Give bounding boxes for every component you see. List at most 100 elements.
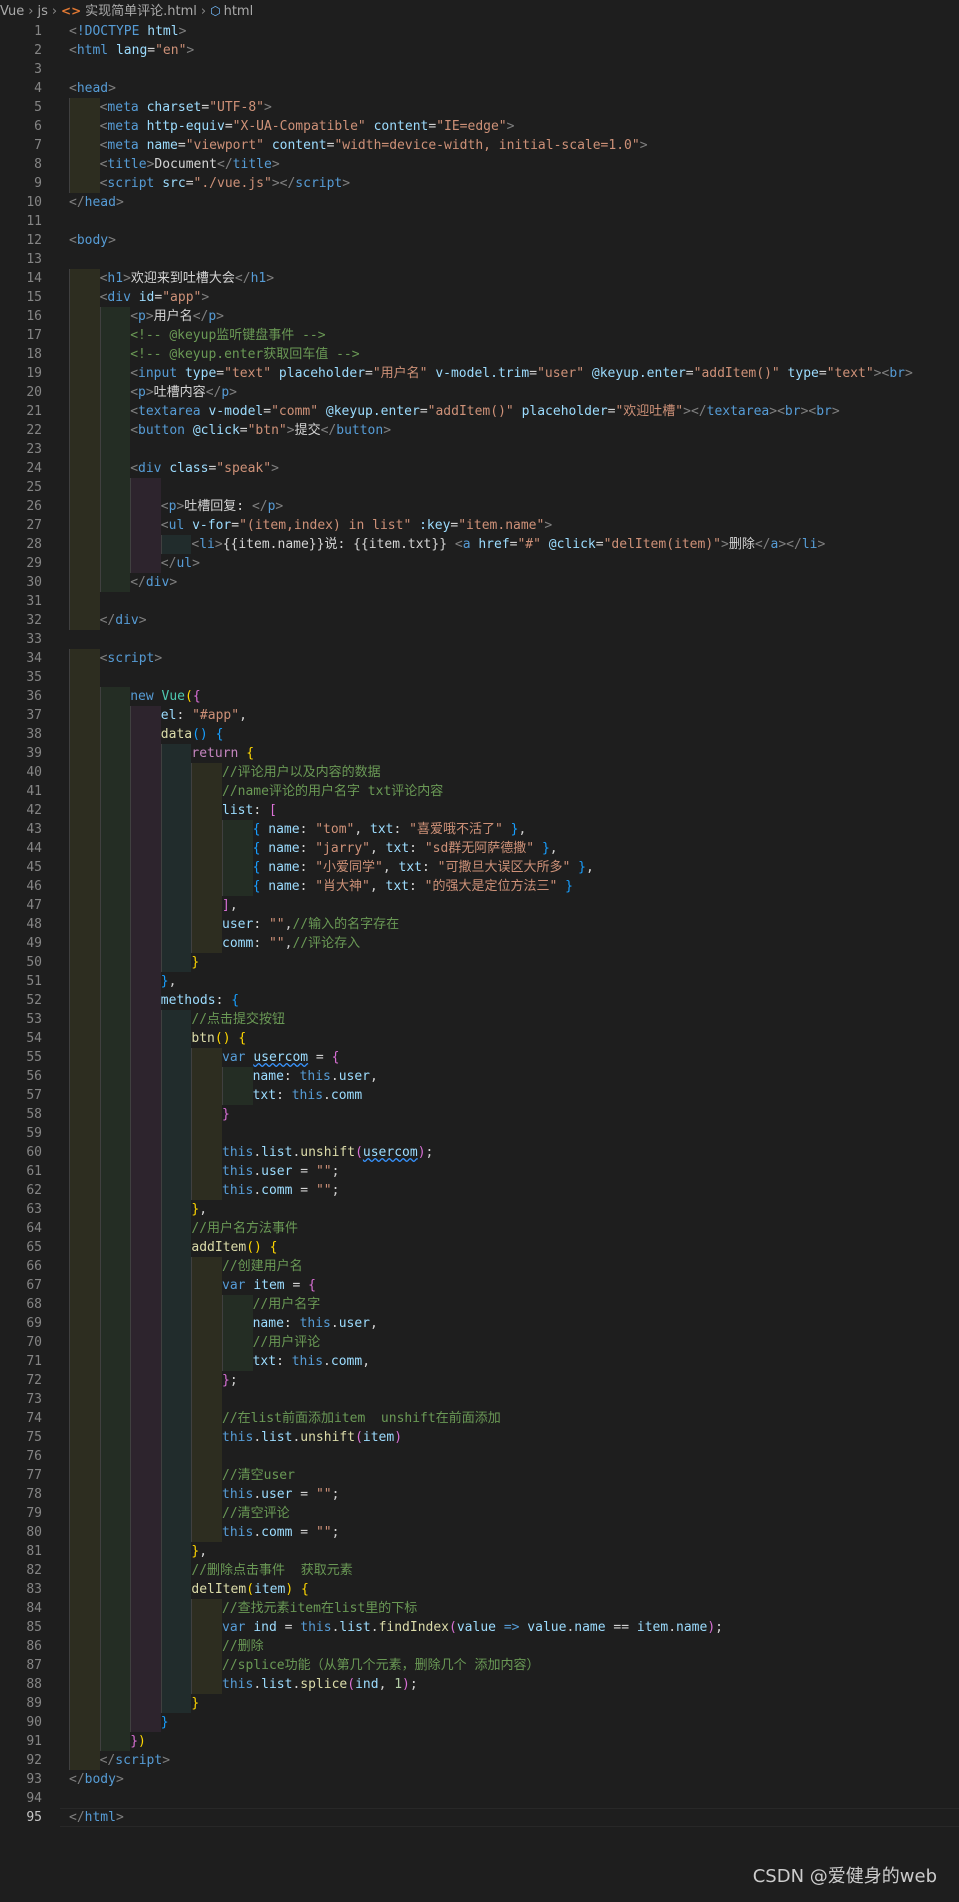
breadcrumb-item-js[interactable]: js (37, 1, 47, 23)
code-line[interactable]: 41 //name评论的用户名字 txt评论内容 (0, 782, 959, 801)
code-line[interactable]: 62 this.comm = ""; (0, 1181, 959, 1200)
code-line[interactable]: 69 name: this.user, (0, 1314, 959, 1333)
code-line[interactable]: 35 (0, 668, 959, 687)
code-line[interactable]: 63}, (0, 1200, 959, 1219)
code-line[interactable]: 79 //清空评论 (0, 1504, 959, 1523)
code-line[interactable]: 95 </html> (0, 1808, 959, 1827)
code-line[interactable]: 86 //删除 (0, 1637, 959, 1656)
code-line[interactable]: 23 (0, 440, 959, 459)
code-line[interactable]: 70 //用户评论 (0, 1333, 959, 1352)
code-line[interactable]: 90} (0, 1713, 959, 1732)
code-line[interactable]: 60 this.list.unshift(usercom); (0, 1143, 959, 1162)
breadcrumb-item-symbol[interactable]: html (224, 1, 254, 23)
code-line[interactable]: 15 <div id="app"> (0, 288, 959, 307)
code-line[interactable]: 17 <!-- @keyup监听键盘事件 --> (0, 326, 959, 345)
code-line[interactable]: 85 var ind = this.list.findIndex(value =>… (0, 1618, 959, 1637)
breadcrumb-item-file[interactable]: 实现简单评论.html (85, 1, 197, 23)
code-line[interactable]: 93 </body> (0, 1770, 959, 1789)
code-line[interactable]: 24 <div class="speak"> (0, 459, 959, 478)
code-line[interactable]: 80 this.comm = ""; (0, 1523, 959, 1542)
code-line[interactable]: 42 list: [ (0, 801, 959, 820)
code-line[interactable]: 10 </head> (0, 193, 959, 212)
code-line[interactable]: 44 { name: "jarry", txt: "sd群无阿萨德撒" }, (0, 839, 959, 858)
code-line[interactable]: 37 el: "#app", (0, 706, 959, 725)
code-line[interactable]: 59 (0, 1124, 959, 1143)
code-line[interactable]: 19 <input type="text" placeholder="用户名" v… (0, 364, 959, 383)
code-line[interactable]: 84 //查找元素item在list里的下标 (0, 1599, 959, 1618)
code-line[interactable]: 26 <p>吐槽回复: </p> (0, 497, 959, 516)
code-line[interactable]: 2 <html lang="en"> (0, 41, 959, 60)
code-line[interactable]: 36 new Vue({ (0, 687, 959, 706)
code-line[interactable]: 73 (0, 1390, 959, 1409)
code-line[interactable]: 13 (0, 250, 959, 269)
code-line[interactable]: 92 </script> (0, 1751, 959, 1770)
code-line[interactable]: 40 //评论用户以及内容的数据 (0, 763, 959, 782)
code-line[interactable]: 47], (0, 896, 959, 915)
code-line[interactable]: 54 btn() { (0, 1029, 959, 1048)
code-line[interactable]: 4 <head> (0, 79, 959, 98)
code-line[interactable]: 64 //用户名方法事件 (0, 1219, 959, 1238)
code-line[interactable]: 8 <title>Document</title> (0, 155, 959, 174)
code-line[interactable]: 57 txt: this.comm (0, 1086, 959, 1105)
code-line[interactable]: 49 comm: "",//评论存入 (0, 934, 959, 953)
code-line[interactable]: 72}; (0, 1371, 959, 1390)
code-line[interactable]: 94 (0, 1789, 959, 1808)
code-line[interactable]: 22 <button @click="btn">提交</button> (0, 421, 959, 440)
code-line[interactable]: 71 txt: this.comm, (0, 1352, 959, 1371)
code-line[interactable]: 21 <textarea v-model="comm" @keyup.enter=… (0, 402, 959, 421)
code-line[interactable]: 25 (0, 478, 959, 497)
code-line[interactable]: 28 <li>{{item.name}}说: {{item.txt}} <a hr… (0, 535, 959, 554)
code-line[interactable]: 50} (0, 953, 959, 972)
code-line[interactable]: 12 <body> (0, 231, 959, 250)
code-line[interactable]: 61 this.user = ""; (0, 1162, 959, 1181)
code-line[interactable]: 39 return { (0, 744, 959, 763)
code-line[interactable]: 7 <meta name="viewport" content="width=de… (0, 136, 959, 155)
code-line[interactable]: 20 <p>吐槽内容</p> (0, 383, 959, 402)
code-line[interactable]: 48 user: "",//输入的名字存在 (0, 915, 959, 934)
code-line[interactable]: 32 </div> (0, 611, 959, 630)
code-line[interactable]: 34 <script> (0, 649, 959, 668)
code-line[interactable]: 75 this.list.unshift(item) (0, 1428, 959, 1447)
code-line[interactable]: 5 <meta charset="UTF-8"> (0, 98, 959, 117)
code-line[interactable]: 46 { name: "肖大神", txt: "的强大是定位方法三" } (0, 877, 959, 896)
code-line[interactable]: 91}) (0, 1732, 959, 1751)
code-line[interactable]: 74 //在list前面添加item unshift在前面添加 (0, 1409, 959, 1428)
code-line[interactable]: 11 (0, 212, 959, 231)
code-line[interactable]: 29 </ul> (0, 554, 959, 573)
code-line[interactable]: 83 delItem(item) { (0, 1580, 959, 1599)
code-line[interactable]: 67 var item = { (0, 1276, 959, 1295)
code-line[interactable]: 16 <p>用户名</p> (0, 307, 959, 326)
code-line[interactable]: 68 //用户名字 (0, 1295, 959, 1314)
code-editor[interactable]: 1 <!DOCTYPE html> 2 <html lang="en"> 3 4 <head… (0, 22, 959, 1827)
code-line[interactable]: 81}, (0, 1542, 959, 1561)
code-line[interactable]: 66 //创建用户名 (0, 1257, 959, 1276)
code-line[interactable]: 18 <!-- @keyup.enter获取回车值 --> (0, 345, 959, 364)
breadcrumb-item-vue[interactable]: Vue (0, 1, 24, 23)
code-line[interactable]: 58} (0, 1105, 959, 1124)
code-line[interactable]: 31 (0, 592, 959, 611)
code-line[interactable]: 43 { name: "tom", txt: "喜爱哦不活了" }, (0, 820, 959, 839)
code-line[interactable]: 51}, (0, 972, 959, 991)
code-line[interactable]: 27 <ul v-for="(item,index) in list" :key=… (0, 516, 959, 535)
code-line[interactable]: 78 this.user = ""; (0, 1485, 959, 1504)
code-line[interactable]: 9 <script src="./vue.js"></script> (0, 174, 959, 193)
code-line[interactable]: 38 data() { (0, 725, 959, 744)
code-line[interactable]: 55 var usercom = { (0, 1048, 959, 1067)
code-line[interactable]: 53 //点击提交按钮 (0, 1010, 959, 1029)
code-line[interactable]: 33 (0, 630, 959, 649)
code-line[interactable]: 1 <!DOCTYPE html> (0, 22, 959, 41)
code-line[interactable]: 88 this.list.splice(ind, 1); (0, 1675, 959, 1694)
code-line[interactable]: 89} (0, 1694, 959, 1713)
code-line[interactable]: 45 { name: "小爱同学", txt: "可撒旦大误区大所多" }, (0, 858, 959, 877)
code-line[interactable]: 87 //splice功能（从第几个元素，删除几个 添加内容） (0, 1656, 959, 1675)
code-line[interactable]: 30 </div> (0, 573, 959, 592)
code-line[interactable]: 14 <h1>欢迎来到吐槽大会</h1> (0, 269, 959, 288)
code-line[interactable]: 52 methods: { (0, 991, 959, 1010)
code-line[interactable]: 65 addItem() { (0, 1238, 959, 1257)
code-line[interactable]: 6 <meta http-equiv="X-UA-Compatible" cont… (0, 117, 959, 136)
code-line[interactable]: 77 //清空user (0, 1466, 959, 1485)
code-line[interactable]: 56 name: this.user, (0, 1067, 959, 1086)
code-line[interactable]: 3 (0, 60, 959, 79)
code-line[interactable]: 82 //删除点击事件 获取元素 (0, 1561, 959, 1580)
code-line[interactable]: 76 (0, 1447, 959, 1466)
